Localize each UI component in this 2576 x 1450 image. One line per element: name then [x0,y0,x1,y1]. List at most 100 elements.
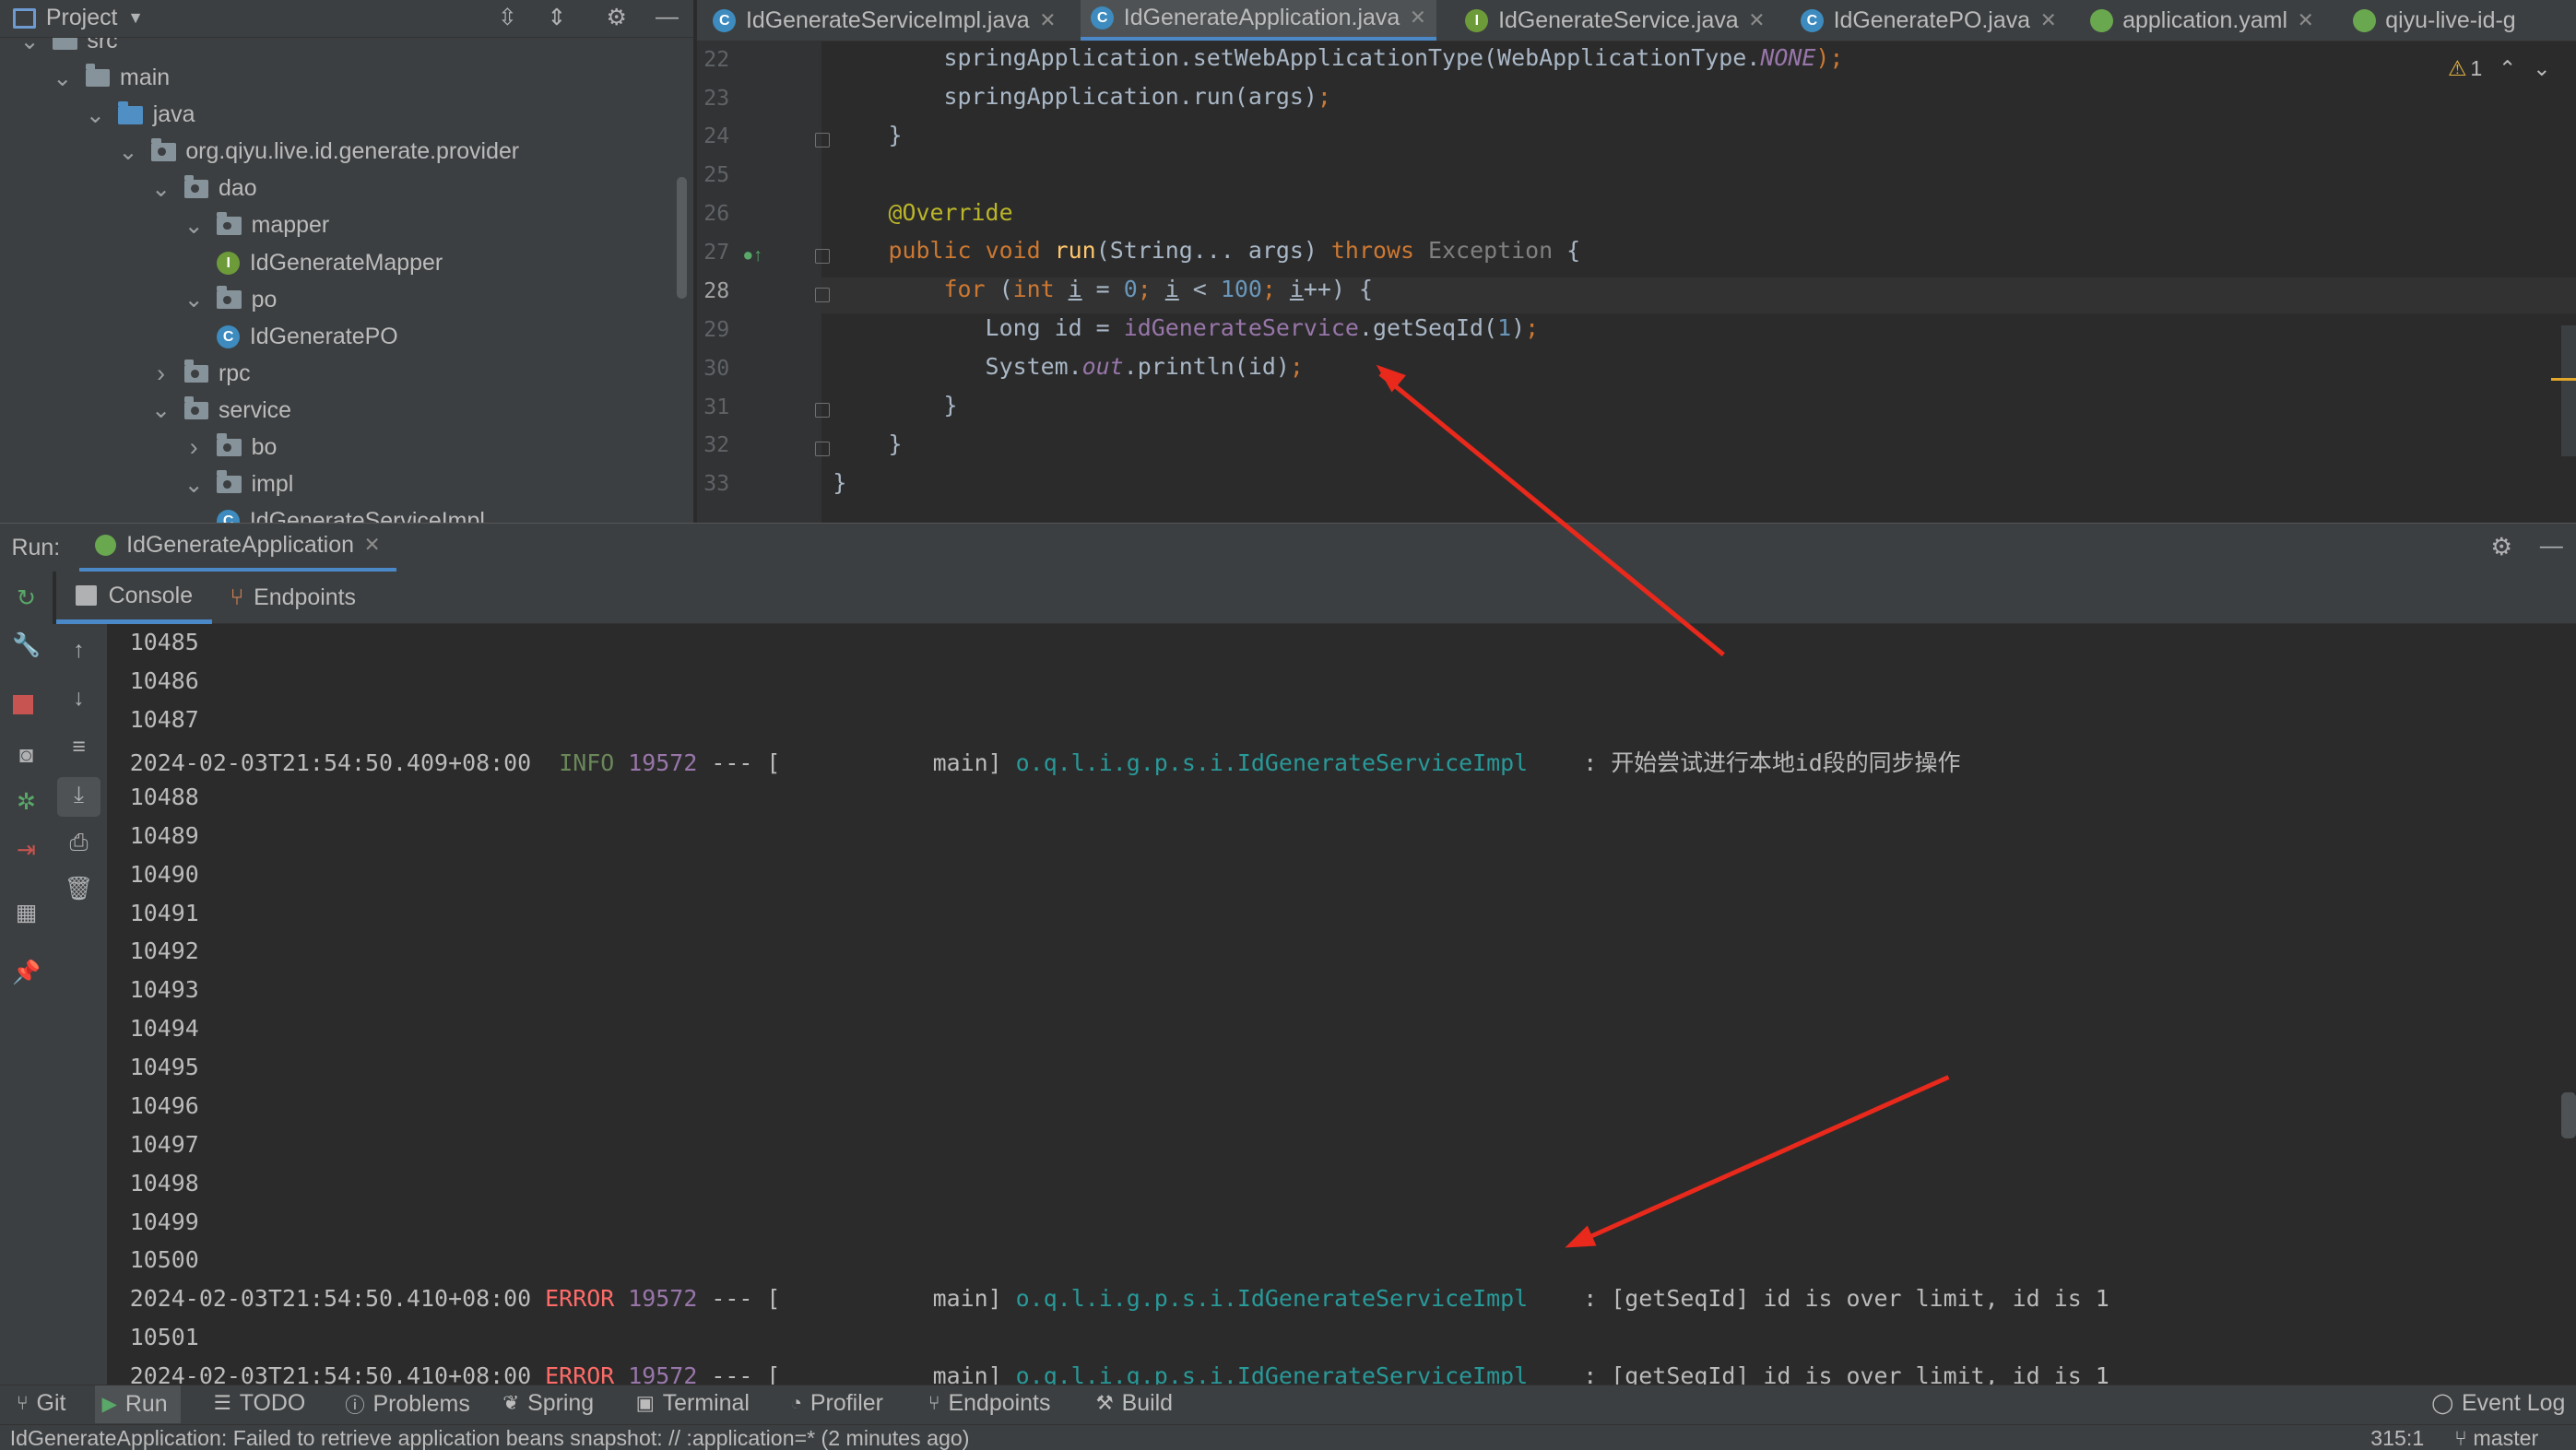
code-line: for (int i = 0; i < 100; i++) { [833,276,1373,302]
package-dot [223,480,232,489]
editor-tab[interactable]: C IdGeneratePO.java ✕ [1790,0,2066,41]
code-token: = [1081,276,1124,303]
trash-icon[interactable]: 🗑 [64,876,94,902]
console-output[interactable]: 10485 10486 10487 2024-02-03T21:54:50.409+0… [106,624,2576,1385]
tab-endpoints[interactable]: ⑂ Endpoints [230,572,356,624]
chevron-down-icon[interactable]: ⌄ [118,138,138,166]
toolwindow-terminal[interactable]: ▣ Terminal [636,1390,750,1417]
layout-icon[interactable]: ▦ [11,899,41,926]
event-log-button[interactable]: ◯ Event Log [2431,1390,2565,1417]
tree-item[interactable]: ⌄ org.qiyu.live.id.generate.provider [118,134,519,170]
editor-tab[interactable]: I IdGenerateService.java ✕ [1456,0,1775,41]
tree-item[interactable]: ⌄ src [19,37,118,59]
chevron-up-icon[interactable]: ⌃ [2499,56,2516,81]
hide-icon[interactable]: — [656,4,679,30]
chevron-down-icon[interactable]: ⌄ [53,65,72,92]
fold-icon[interactable] [814,133,830,148]
tree-item[interactable]: ⌄ service [151,393,291,429]
event-log-icon: ◯ [2431,1392,2454,1415]
status-message[interactable]: IdGenerateApplication: Failed to retriev… [10,1425,970,1450]
tree-item[interactable]: › bo [184,430,278,466]
arrow-up-icon[interactable]: ↑ [64,637,93,664]
chevron-down-icon[interactable]: ⌄ [19,38,40,55]
tree-item[interactable]: C IdGenerateServiceImpl [217,503,485,523]
debug-icon[interactable]: ✲ [11,788,41,816]
chevron-right-icon[interactable]: › [151,360,171,388]
camera-icon[interactable]: ◙ [11,742,41,769]
code-editor[interactable]: springApplication.setWebApplicationType(… [821,41,2576,523]
tree-item[interactable]: ⌄ impl [184,466,293,502]
override-gutter-icon[interactable]: ●↑ [742,245,762,266]
toolwindow-problems[interactable]: ⓘ Problems [345,1390,470,1419]
close-icon[interactable]: ✕ [364,534,381,557]
chevron-down-icon[interactable]: ⌄ [86,101,105,129]
wrench-icon[interactable]: 🔧 [11,632,41,659]
project-view-selector[interactable]: Project ▼ [13,5,144,31]
stop-icon[interactable] [13,694,33,715]
close-icon[interactable]: ✕ [2298,9,2314,32]
exit-icon[interactable]: ⇥ [11,836,41,864]
gear-icon[interactable]: ⚙ [607,4,627,31]
code-token: .println(id) [1123,353,1290,381]
inspection-widget[interactable]: ⚠ 1 ⌃ ⌄ [2448,56,2551,81]
toolwindow-spring[interactable]: ❦ Spring [502,1390,594,1417]
toolwindow-git[interactable]: ⑂ Git [17,1390,66,1417]
editor-scrollbar[interactable] [2560,324,2576,457]
chevron-down-icon[interactable]: ⌄ [184,286,204,313]
editor-tab[interactable]: C IdGenerateApplication.java ✕ [1081,0,1436,41]
console-scrollbar[interactable] [2560,1091,2576,1138]
tree-scrollbar[interactable] [677,177,687,300]
gear-icon[interactable]: ⚙ [2490,533,2512,561]
code-line: } [833,122,902,148]
code-token: ; [1261,276,1290,303]
chevron-down-icon[interactable]: ⌄ [151,396,171,424]
chevron-down-icon[interactable]: ⌄ [151,175,171,203]
run-icon: ▶ [101,1393,117,1416]
package-icon [183,360,209,383]
hide-icon[interactable]: — [2540,533,2563,560]
tree-item[interactable]: ⌄ dao [151,171,257,206]
console-token [614,1285,628,1312]
toolwindow-todo[interactable]: ☰ TODO [214,1390,306,1417]
expand-all-icon[interactable]: ⇳ [498,4,517,31]
tree-item[interactable]: I IdGenerateMapper [217,244,443,280]
chevron-down-icon[interactable]: ⌄ [184,212,204,240]
fold-icon[interactable] [814,287,830,302]
close-icon[interactable]: ✕ [2040,9,2057,32]
print-icon[interactable]: ⎙ [64,830,93,856]
arrow-down-icon[interactable]: ↓ [64,685,93,712]
tab-console[interactable]: Console [55,572,213,625]
tree-item[interactable]: ⌄ po [184,282,277,318]
editor-tab[interactable]: qiyu-live-id-g [2343,0,2525,41]
tree-item[interactable]: ⌄ java [86,97,195,133]
fold-icon[interactable] [814,248,830,264]
tree-item[interactable]: ⌄ main [53,60,170,96]
editor-tab[interactable]: application.yaml ✕ [2080,0,2323,41]
toolwindow-endpoints[interactable]: ⑂ Endpoints [928,1390,1051,1417]
tree-item[interactable]: › rpc [151,356,250,392]
close-icon[interactable]: ✕ [1410,6,1426,29]
pin-icon[interactable]: 📌 [11,960,41,986]
run-config-tab[interactable]: IdGenerateApplication ✕ [78,524,397,573]
tree-item[interactable]: ⌄ mapper [184,207,329,243]
rerun-icon[interactable]: ↻ [11,584,41,612]
collapse-all-icon[interactable]: ⇕ [547,4,566,31]
scroll-to-end-icon[interactable]: ⤓ [57,776,100,817]
code-token: System. [833,353,1082,381]
caret-position[interactable]: 315:1 [2370,1425,2424,1450]
toolwindow-profiler[interactable]: ◔ Profiler [790,1390,883,1417]
chevron-right-icon[interactable]: › [184,433,204,462]
tree-item[interactable]: C IdGeneratePO [217,319,398,355]
editor-tab[interactable]: C IdGenerateServiceImpl.java ✕ [703,0,1066,41]
close-icon[interactable]: ✕ [1039,9,1056,32]
fold-icon[interactable] [814,442,830,457]
soft-wrap-icon[interactable]: ≡ [64,734,93,760]
close-icon[interactable]: ✕ [1748,9,1765,32]
chevron-down-icon[interactable]: ⌄ [2533,56,2550,81]
git-branch[interactable]: ⑂ master [2454,1425,2538,1450]
toolwindow-build[interactable]: ⚒ Build [1096,1390,1174,1417]
toolwindow-run[interactable]: ▶ Run [95,1385,181,1424]
chevron-down-icon[interactable]: ⌄ [184,471,204,499]
fold-icon[interactable] [814,403,830,418]
